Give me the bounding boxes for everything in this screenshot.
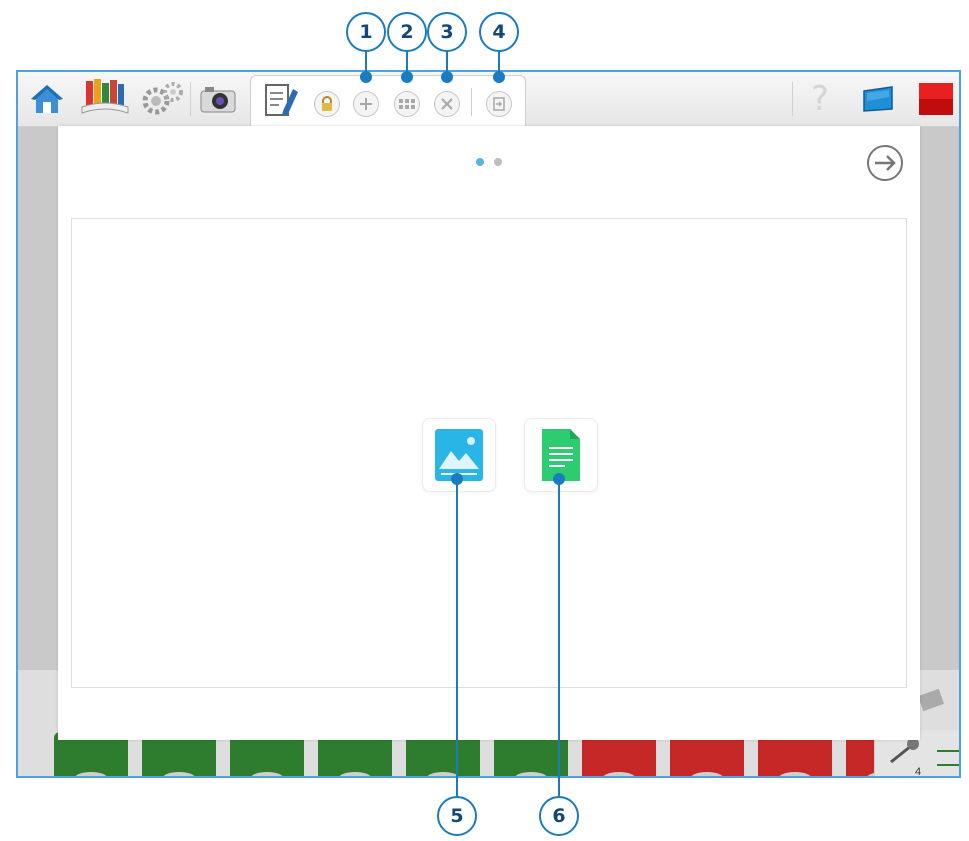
screen-icon	[863, 86, 893, 112]
callout-4-marker	[493, 71, 505, 83]
editor-tab-button[interactable]	[261, 80, 301, 122]
notes-pencil-icon	[265, 84, 298, 116]
gears-icon	[142, 82, 183, 115]
tab-editor[interactable]	[250, 75, 526, 128]
app-window: 4 ?	[16, 70, 961, 778]
callout-6: 6	[539, 796, 579, 836]
lock-button[interactable]	[313, 90, 341, 118]
export-button[interactable]	[485, 90, 513, 118]
page-indicator-dot[interactable]	[494, 158, 502, 166]
stop-icon	[919, 83, 953, 115]
delete-page-button[interactable]	[433, 90, 461, 118]
callout-5: 5	[437, 796, 477, 836]
home-button[interactable]	[26, 78, 68, 120]
settings-button[interactable]	[138, 78, 188, 120]
microphone-icon	[890, 738, 919, 764]
callout-5-leader	[456, 479, 458, 797]
callout-3: 3	[427, 12, 467, 52]
plus-icon	[353, 91, 379, 117]
callout-1: 1	[346, 12, 386, 52]
camera-icon	[200, 87, 236, 113]
books-icon	[81, 79, 129, 114]
robot-brick-icon	[917, 688, 945, 712]
toolbar-separator	[792, 82, 793, 116]
help-icon: ?	[810, 79, 830, 119]
camera-button[interactable]	[196, 80, 240, 118]
page-indicator-dot-active[interactable]	[476, 158, 484, 166]
callout-2-marker	[401, 71, 413, 83]
toolbar-separator	[471, 88, 472, 116]
page-overview-button[interactable]	[393, 90, 421, 118]
callout-6-leader	[558, 479, 560, 797]
toolbar-separator	[190, 82, 191, 116]
main-toolbar: ?	[18, 72, 959, 128]
callout-1-marker	[360, 71, 372, 83]
callout-4: 4	[479, 12, 519, 52]
close-icon	[434, 91, 460, 117]
next-page-arrow-icon[interactable]	[865, 143, 905, 183]
add-page-button[interactable]	[352, 90, 380, 118]
help-button[interactable]: ?	[800, 78, 840, 120]
library-button[interactable]	[78, 76, 132, 122]
export-icon	[486, 91, 512, 117]
lock-icon	[314, 91, 340, 117]
display-button[interactable]	[858, 82, 898, 116]
tray-counter: 4	[915, 766, 922, 778]
stop-button[interactable]	[918, 82, 954, 116]
home-icon	[31, 85, 63, 113]
level-bars-icon	[937, 750, 959, 766]
grid-icon	[394, 91, 420, 117]
callout-2: 2	[387, 12, 427, 52]
editor-page-panel	[58, 126, 920, 740]
callout-3-marker	[441, 71, 453, 83]
